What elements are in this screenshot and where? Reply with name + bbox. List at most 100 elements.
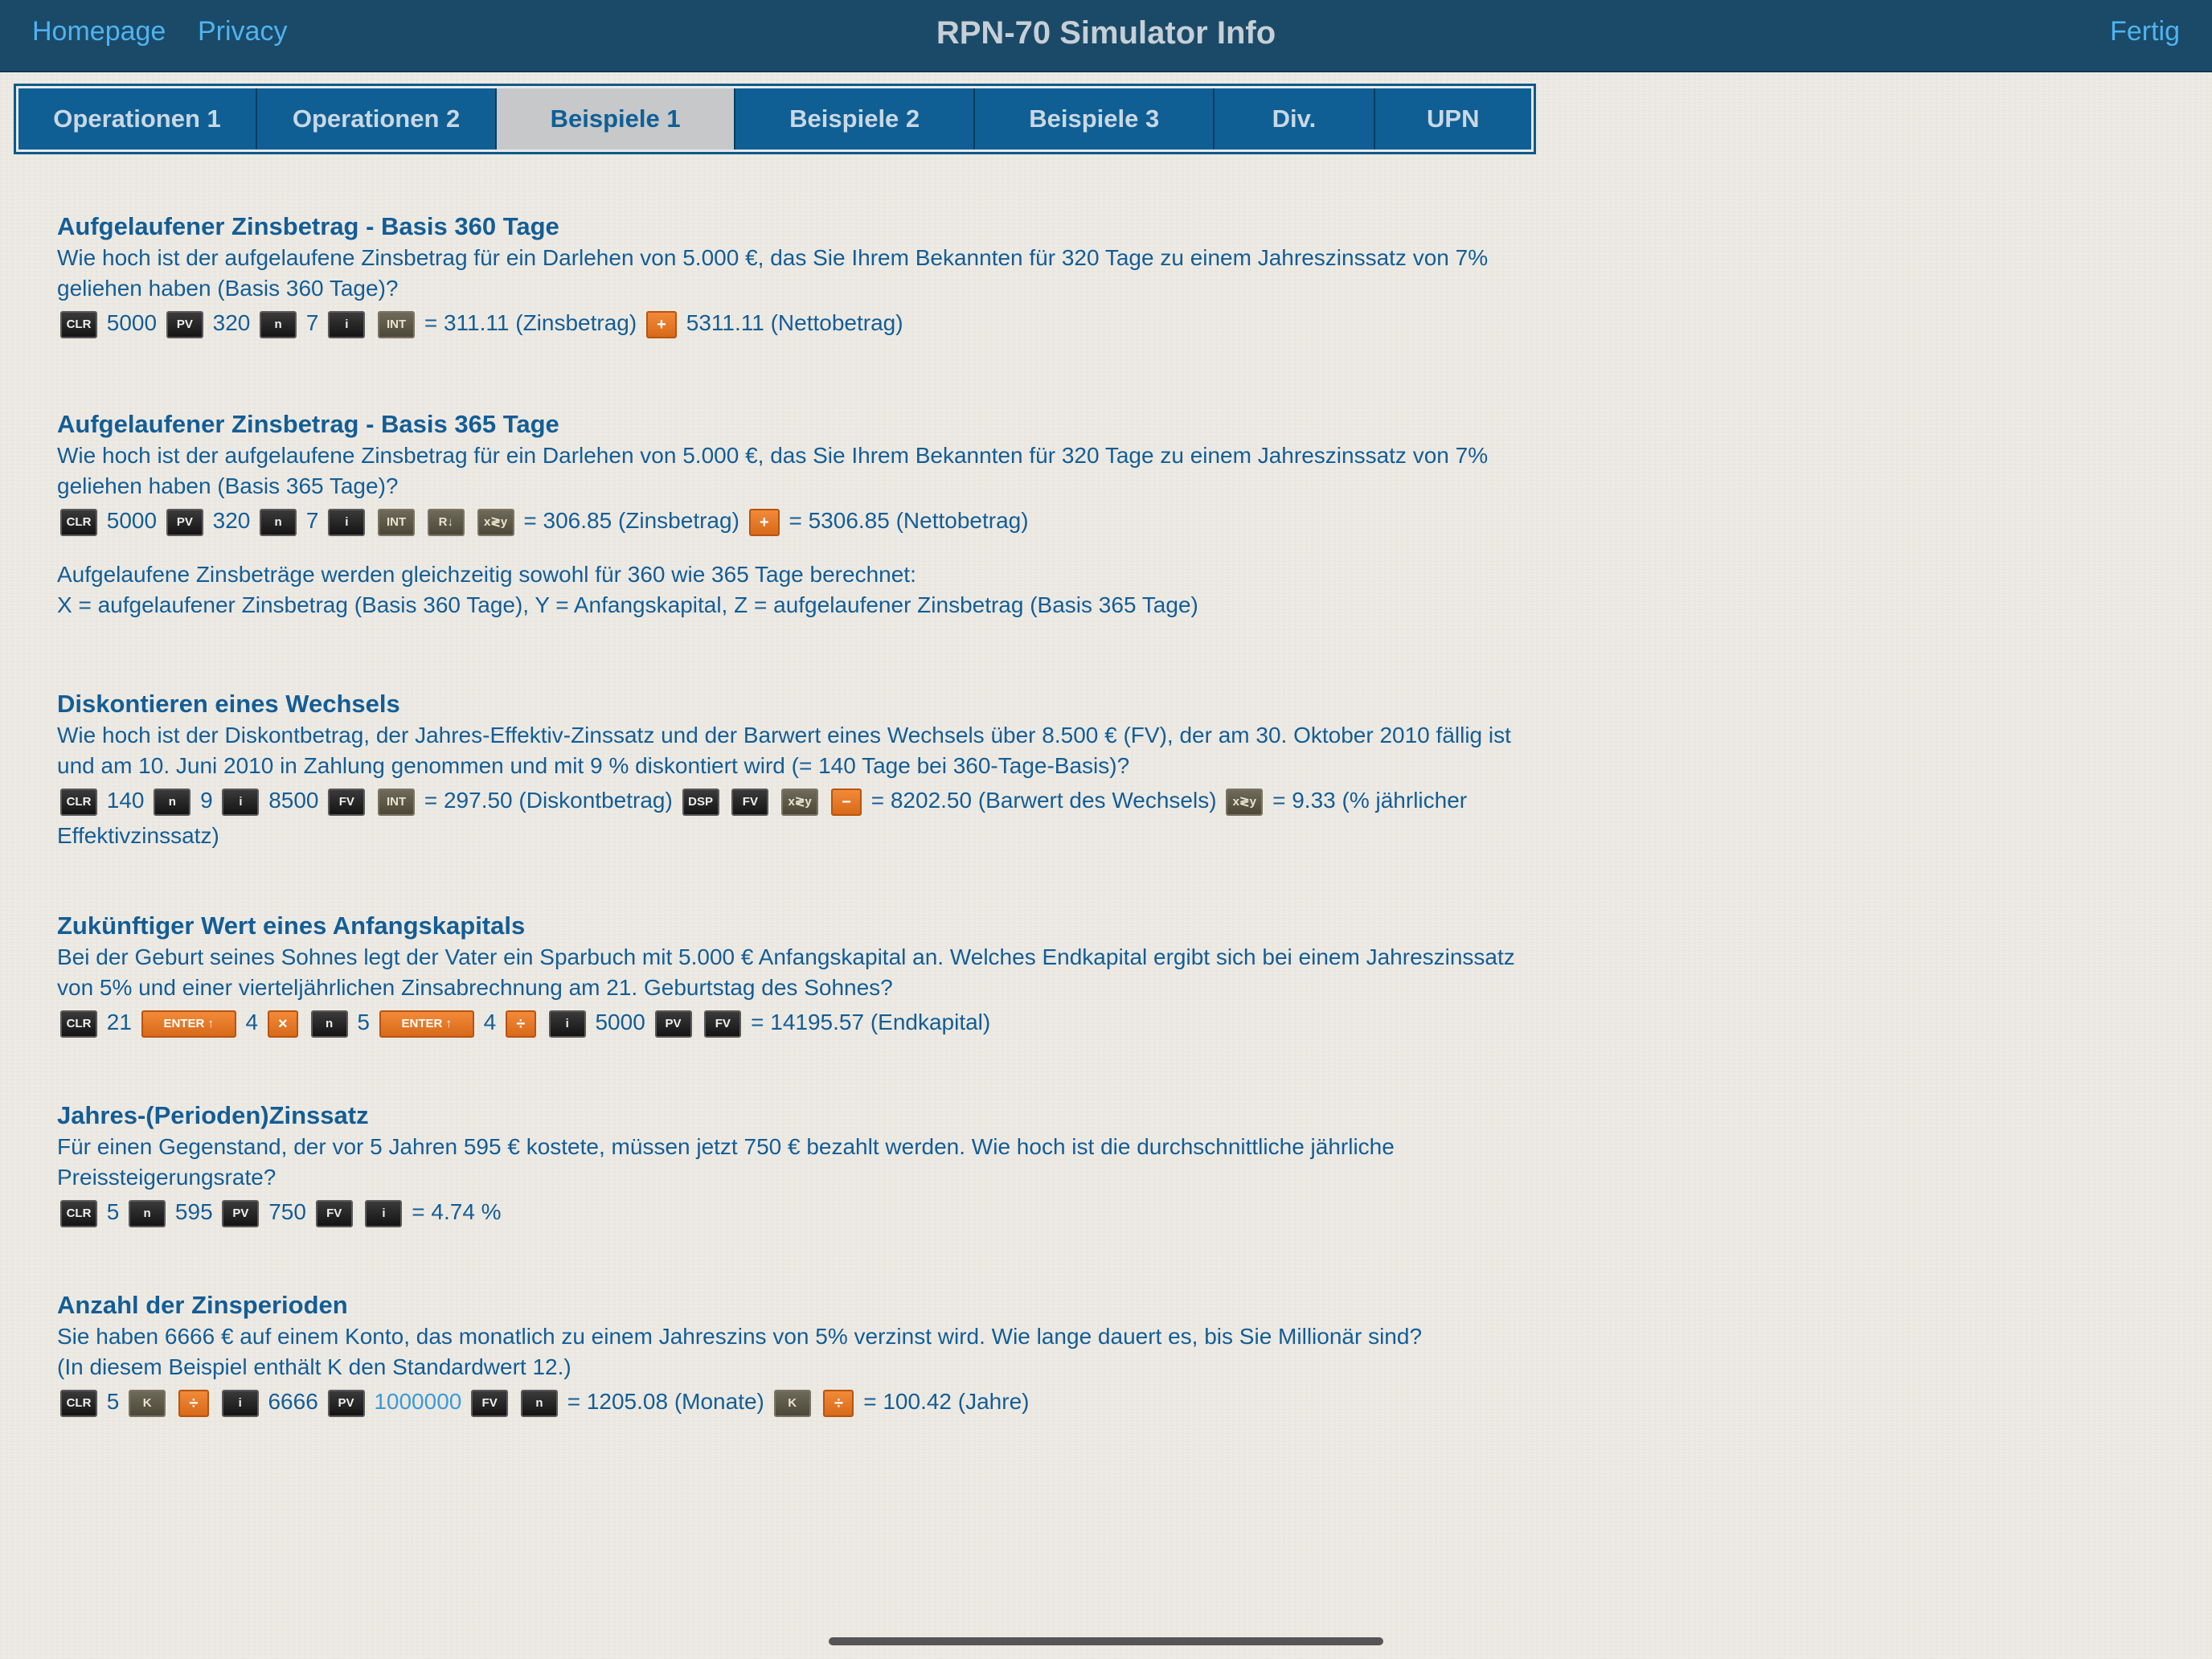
section-question: Wie hoch ist der Diskontbetrag, der Jahr… — [57, 723, 1511, 778]
pv-key: PV — [166, 508, 203, 536]
minus-key: − — [830, 788, 862, 816]
section-question: Wie hoch ist der aufgelaufene Zinsbetrag… — [57, 245, 1489, 301]
input-value: 140 — [106, 788, 145, 813]
section-question: Wie hoch ist der aufgelaufene Zinsbetrag… — [57, 443, 1489, 498]
section-note: Aufgelaufene Zinsbeträge werden gleichze… — [57, 562, 916, 587]
n-key: n — [129, 1199, 166, 1227]
clr-key: CLR — [60, 310, 97, 338]
input-value: 6666 — [268, 1389, 318, 1414]
input-value: 5000 — [106, 310, 158, 335]
section-question: Bei der Geburt seines Sohnes legt der Va… — [57, 944, 1515, 1000]
example-section: Anzahl der Zinsperioden Sie haben 6666 €… — [57, 1289, 1528, 1419]
examples-content: Aufgelaufener Zinsbetrag - Basis 360 Tag… — [57, 211, 1528, 1487]
int-key: INT — [378, 788, 416, 816]
swap-xy-key: x≷y — [1226, 788, 1264, 816]
page-title: RPN-70 Simulator Info — [936, 15, 1276, 51]
section-title: Zukünftiger Wert eines Anfangskapitals — [57, 911, 526, 940]
example-section: Jahres-(Perioden)Zinssatz Für einen Gege… — [57, 1100, 1528, 1230]
swap-xy-key: x≷y — [477, 508, 514, 536]
n-key: n — [310, 1010, 348, 1038]
clr-key: CLR — [60, 788, 97, 816]
pv-key: PV — [166, 310, 203, 338]
n-key: n — [154, 788, 191, 816]
input-value: 4 — [483, 1010, 497, 1034]
input-value: 7 — [305, 508, 319, 533]
section-note: X = aufgelaufener Zinsbetrag (Basis 360 … — [57, 592, 1198, 617]
section-question: Sie haben 6666 € auf einem Konto, das mo… — [57, 1324, 1423, 1349]
input-value: 5000 — [106, 508, 158, 533]
result-text: = 4.74 % — [412, 1199, 502, 1224]
input-value: 21 — [106, 1010, 132, 1034]
i-key: i — [221, 1389, 259, 1417]
example-section: Aufgelaufener Zinsbetrag - Basis 360 Tag… — [57, 211, 1528, 341]
i-key: i — [548, 1010, 586, 1038]
input-value: 5 — [106, 1199, 120, 1224]
input-value: 7 — [305, 310, 319, 335]
key-sequence: CLR 5000 PV 320 n 7 i INT = 311.11 (Zins… — [57, 305, 1528, 341]
clr-key: CLR — [60, 1389, 97, 1417]
section-title: Anzahl der Zinsperioden — [57, 1291, 348, 1319]
example-section: Aufgelaufener Zinsbetrag - Basis 365 Tag… — [57, 408, 1528, 621]
tab-div[interactable]: Div. — [1215, 88, 1375, 150]
input-value: 320 — [212, 310, 251, 335]
input-value: 1000000 — [374, 1389, 462, 1414]
result-text: 5311.11 (Nettobetrag) — [686, 310, 903, 335]
i-key: i — [328, 508, 366, 536]
plus-key: + — [645, 310, 677, 338]
int-key: INT — [378, 310, 416, 338]
navigation-bar: Homepage Privacy RPN-70 Simulator Info F… — [0, 0, 2212, 72]
segmented-tab-bar: Operationen 1 Operationen 2 Beispiele 1 … — [14, 84, 1536, 154]
key-sequence: CLR 5000 PV 320 n 7 i INT R↓ x≷y = 306.8… — [57, 503, 1528, 539]
i-key: i — [365, 1199, 403, 1227]
result-text: = 1205.08 (Monate) — [567, 1389, 764, 1414]
result-text: = 5306.85 (Nettobetrag) — [789, 508, 1029, 533]
tab-beispiele-2[interactable]: Beispiele 2 — [735, 88, 976, 150]
result-text: = 100.42 (Jahre) — [863, 1389, 1030, 1414]
tab-beispiele-1[interactable]: Beispiele 1 — [497, 88, 736, 150]
fv-key: FV — [328, 788, 366, 816]
section-question-note: (In diesem Beispiel enthält K den Standa… — [57, 1354, 571, 1379]
pv-key: PV — [654, 1010, 692, 1038]
fv-key: FV — [731, 788, 769, 816]
swap-xy-key: x≷y — [781, 788, 819, 816]
done-button[interactable]: Fertig — [2110, 16, 2180, 47]
i-key: i — [222, 788, 260, 816]
result-text: = 297.50 (Diskontbetrag) — [424, 788, 673, 813]
tab-operationen-1[interactable]: Operationen 1 — [18, 88, 258, 150]
section-title: Aufgelaufener Zinsbetrag - Basis 365 Tag… — [57, 410, 559, 438]
result-text: = 311.11 (Zinsbetrag) — [424, 310, 637, 335]
example-section: Zukünftiger Wert eines Anfangskapitals B… — [57, 910, 1528, 1040]
divide-key: ÷ — [505, 1010, 536, 1038]
input-value: 5 — [357, 1010, 370, 1034]
input-value: 750 — [268, 1199, 306, 1224]
home-indicator[interactable] — [829, 1637, 1383, 1645]
n-key: n — [520, 1389, 558, 1417]
tab-upn[interactable]: UPN — [1374, 88, 1531, 150]
section-question: Für einen Gegenstand, der vor 5 Jahren 5… — [57, 1134, 1395, 1190]
fv-key: FV — [704, 1010, 742, 1038]
key-sequence: CLR 21 ENTER ↑ 4 × n 5 ENTER ↑ 4 ÷ i 500… — [57, 1005, 1528, 1040]
result-text: = 14195.57 (Endkapital) — [751, 1010, 991, 1034]
input-value: 8500 — [268, 788, 319, 813]
example-section: Diskontieren eines Wechsels Wie hoch ist… — [57, 688, 1528, 854]
int-key: INT — [378, 508, 416, 536]
key-sequence: CLR 5 K ÷ i 6666 PV 1000000 FV n = 1205.… — [57, 1384, 1528, 1419]
fv-key: FV — [471, 1389, 509, 1417]
clr-key: CLR — [60, 1199, 97, 1227]
n-key: n — [260, 310, 297, 338]
section-title: Jahres-(Perioden)Zinssatz — [57, 1101, 369, 1129]
dsp-key: DSP — [682, 788, 719, 816]
input-value: 9 — [200, 788, 213, 813]
input-value: 5000 — [595, 1010, 645, 1034]
tab-beispiele-3[interactable]: Beispiele 3 — [975, 88, 1215, 150]
multiply-key: × — [267, 1010, 298, 1038]
key-sequence: CLR 140 n 9 i 8500 FV INT = 297.50 (Disk… — [57, 783, 1528, 854]
input-value: 4 — [245, 1010, 259, 1034]
result-text: = 8202.50 (Barwert des Wechsels) — [870, 788, 1217, 813]
divide-key: ÷ — [178, 1389, 209, 1417]
plus-key: + — [748, 508, 780, 536]
pv-key: PV — [222, 1199, 260, 1227]
result-text: = 306.85 (Zinsbetrag) — [523, 508, 739, 533]
enter-key: ENTER ↑ — [141, 1010, 236, 1038]
tab-operationen-2[interactable]: Operationen 2 — [257, 88, 498, 150]
